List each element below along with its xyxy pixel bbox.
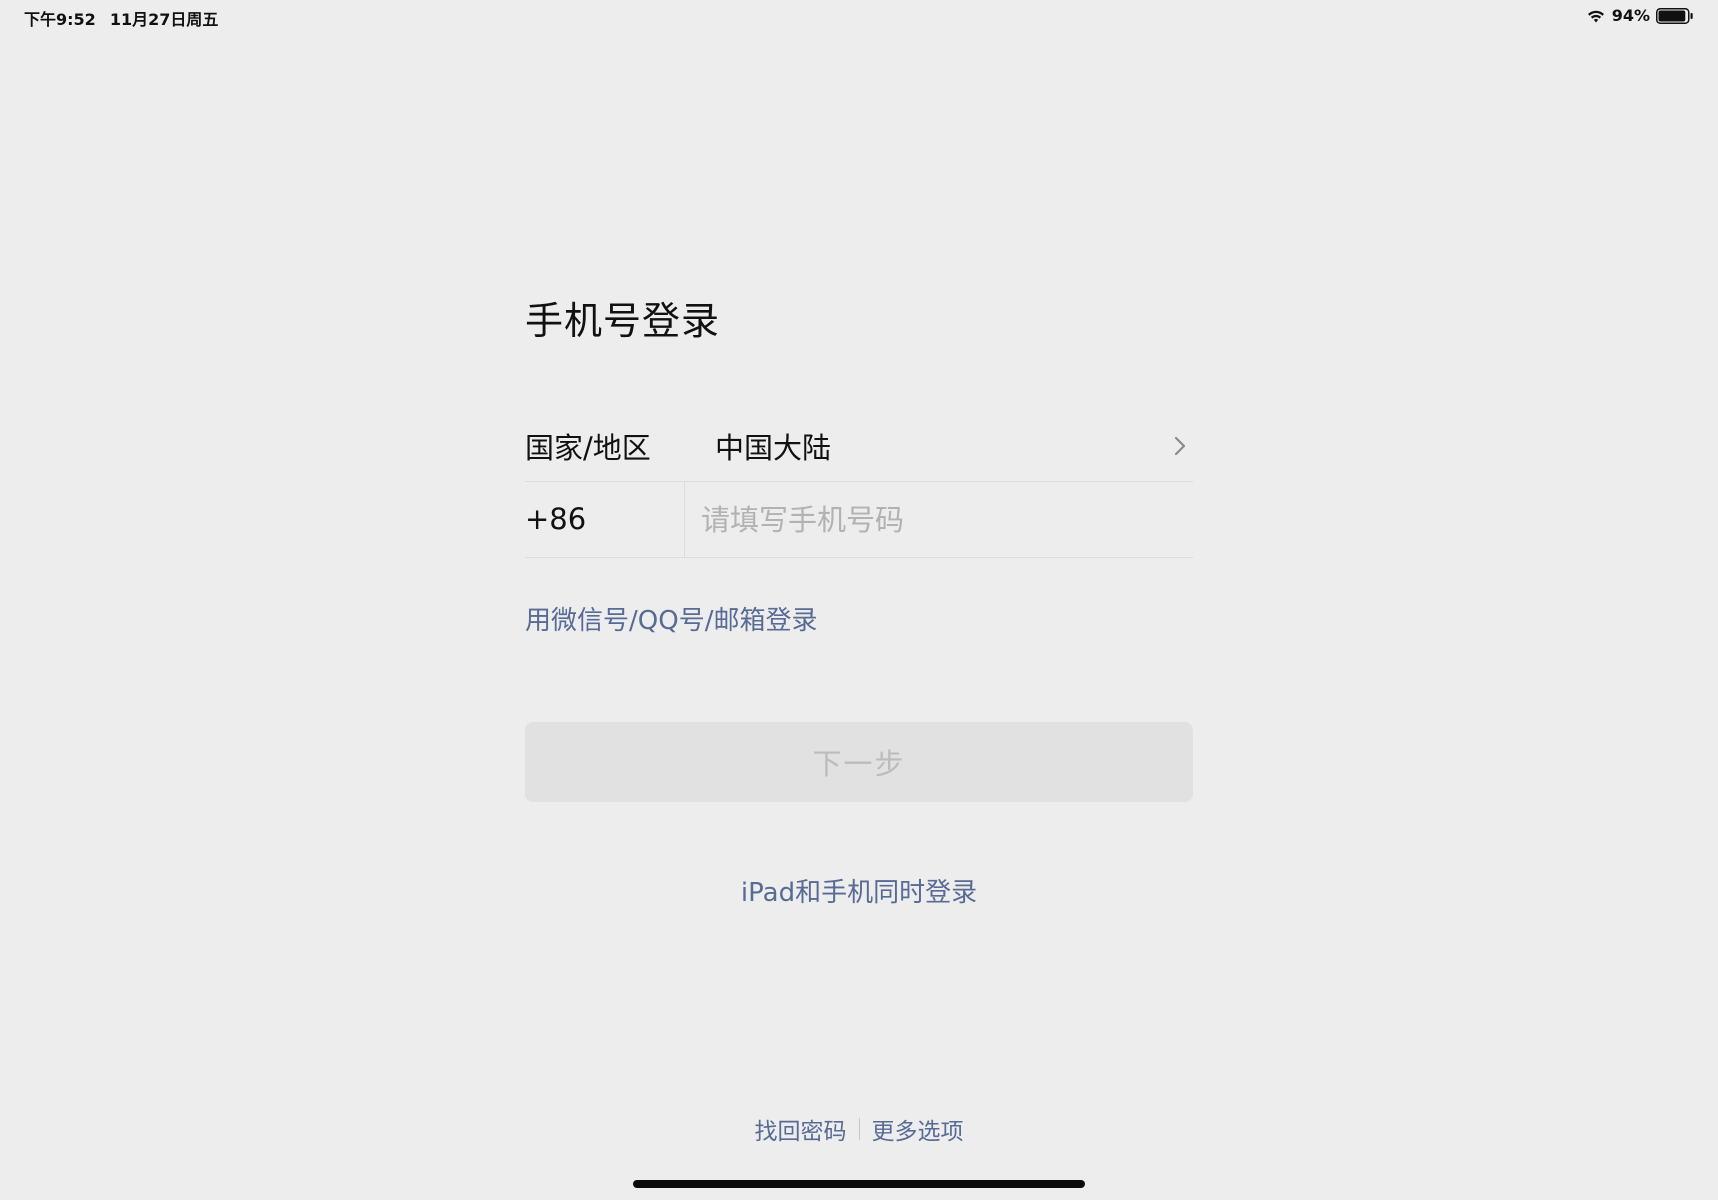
region-value: 中国大陆 [715, 431, 832, 465]
phone-row: +86 [525, 482, 1193, 558]
status-bar: 下午9:52 11月27日周五 94% [0, 0, 1718, 34]
battery-icon [1656, 7, 1694, 24]
phone-input[interactable] [685, 489, 1193, 550]
region-label: 国家/地区 [525, 431, 651, 465]
status-time: 下午9:52 [24, 10, 96, 29]
alt-login-link[interactable]: 用微信号/QQ号/邮箱登录 [525, 600, 817, 637]
footer-links: 找回密码 更多选项 [0, 1112, 1718, 1146]
next-button[interactable]: 下一步 [525, 722, 1193, 802]
page-title: 手机号登录 [525, 299, 721, 343]
wifi-icon [1586, 8, 1606, 24]
battery-percent: 94% [1611, 6, 1650, 25]
status-left: 下午9:52 11月27日周五 [24, 6, 218, 30]
region-selector[interactable]: 国家/地区 中国大陆 [525, 411, 1193, 482]
login-form: 国家/地区 中国大陆 +86 [525, 411, 1193, 558]
dual-login-link[interactable]: iPad和手机同时登录 [0, 872, 1718, 909]
footer-divider [858, 1118, 860, 1140]
status-date: 11月27日周五 [109, 10, 219, 29]
recover-password-link[interactable]: 找回密码 [755, 1112, 847, 1146]
more-options-link[interactable]: 更多选项 [872, 1112, 964, 1146]
status-right: 94% [1586, 6, 1694, 25]
country-code[interactable]: +86 [525, 482, 685, 557]
home-indicator[interactable] [633, 1180, 1085, 1188]
chevron-right-icon [1169, 435, 1191, 457]
